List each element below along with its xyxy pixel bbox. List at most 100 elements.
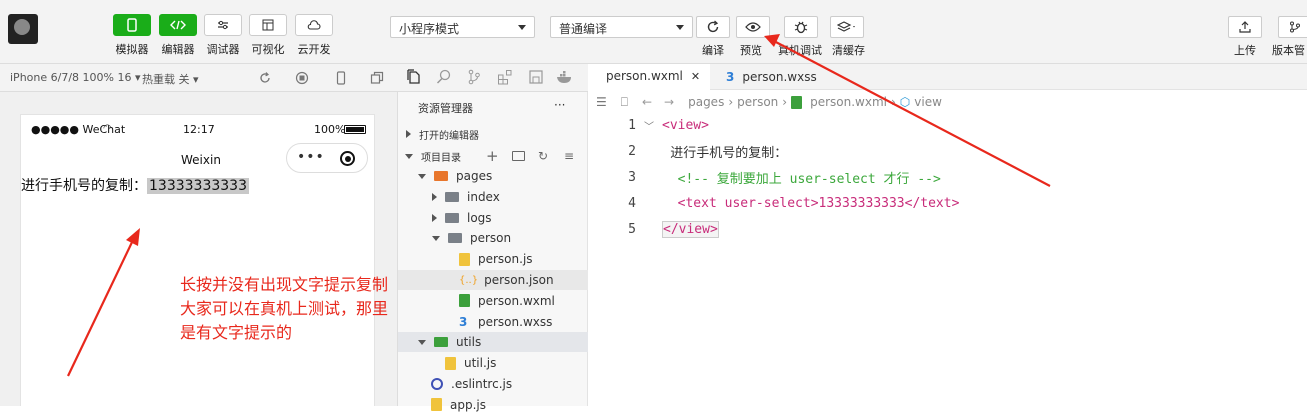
open-editors-section[interactable]: 打开的编辑器 xyxy=(398,124,588,144)
chevron-right-icon xyxy=(432,192,437,201)
tree-item-utils[interactable]: utils xyxy=(398,332,588,353)
open-editors-label: 打开的编辑器 xyxy=(419,130,479,142)
code-line-5[interactable]: 5 </view> xyxy=(588,216,1307,242)
tab-label: person.wxss xyxy=(742,70,817,84)
code-line-3[interactable]: 3 <!-- 复制要加上 user-select 才行 --> xyxy=(588,164,1307,190)
code-line-2[interactable]: 2 进行手机号的复制： xyxy=(588,138,1307,164)
close-icon[interactable]: ✕ xyxy=(691,70,700,83)
refresh-icon[interactable] xyxy=(258,71,272,85)
visual-toggle[interactable]: 可视化 xyxy=(246,14,290,57)
stop-icon[interactable] xyxy=(295,71,309,85)
compile-label: 编译 xyxy=(702,44,724,57)
back-arrow-icon[interactable]: ← xyxy=(642,95,652,109)
tree-item-person-js[interactable]: person.js xyxy=(398,249,588,269)
tab-person-wxml[interactable]: person.wxml ✕ xyxy=(588,64,710,90)
breadcrumb-person[interactable]: person xyxy=(737,95,778,109)
remote-debug-button[interactable] xyxy=(784,16,818,38)
chevron-right-icon: › xyxy=(782,95,788,109)
code-line-4[interactable]: 4 <text user-select>13333333333</text> xyxy=(588,190,1307,216)
tree-item-label: person.wxss xyxy=(478,314,553,329)
version-button[interactable] xyxy=(1278,16,1307,38)
upload-button[interactable] xyxy=(1228,16,1262,38)
refresh-icon[interactable]: ↻ xyxy=(538,149,548,163)
extensions-icon[interactable] xyxy=(497,69,513,85)
breadcrumb-pages[interactable]: pages xyxy=(688,95,724,109)
tab-person-wxss[interactable]: 3 person.wxss xyxy=(716,64,827,90)
close-capsule-icon[interactable] xyxy=(340,151,355,166)
cloud-dev-toggle[interactable]: 云开发 xyxy=(292,14,336,57)
tree-item-label: utils xyxy=(456,335,482,350)
editor-label: 编辑器 xyxy=(161,43,195,56)
tree-item-label: person xyxy=(470,231,512,246)
chevron-right-icon: › xyxy=(890,95,896,109)
remote-debug-label: 真机调试 xyxy=(778,44,822,57)
sliders-icon xyxy=(204,14,242,36)
editor-tabs: person.wxml ✕ 3 person.wxss xyxy=(588,64,1307,90)
bug-icon xyxy=(794,21,808,34)
new-file-icon[interactable]: + xyxy=(486,147,499,165)
search-icon[interactable] xyxy=(436,69,452,85)
explorer-title: 资源管理器 xyxy=(418,102,473,115)
cube-icon: ⬡ xyxy=(899,95,911,109)
docker-icon[interactable] xyxy=(556,69,574,85)
chevron-down-icon xyxy=(418,173,426,179)
project-dir-section[interactable]: 项目目录 + ↻ ≡ xyxy=(398,146,588,166)
upload-icon xyxy=(1239,21,1251,33)
tree-item--eslintrc-js[interactable]: .eslintrc.js xyxy=(398,374,588,394)
nav-title: Weixin xyxy=(181,153,221,167)
tree-item-label: person.js xyxy=(478,252,533,267)
list-icon[interactable]: ☰ xyxy=(596,95,607,109)
js-file-icon xyxy=(459,252,470,266)
device-select[interactable]: iPhone 6/7/8 100% 16 ▾ xyxy=(10,71,141,84)
folder-icon xyxy=(448,233,462,244)
tree-item-index[interactable]: index xyxy=(398,187,588,207)
tree-item-util-js[interactable]: util.js xyxy=(398,353,588,373)
code-text: </view> xyxy=(662,220,719,238)
phone-icon[interactable] xyxy=(334,71,348,85)
bookmark-icon[interactable]: ⎕ xyxy=(621,95,628,110)
phone-number-text[interactable]: 13333333333 xyxy=(147,178,249,194)
compile-button[interactable] xyxy=(696,16,730,38)
source-control-icon[interactable] xyxy=(467,69,481,85)
page-content: 进行手机号的复制： 13333333333 xyxy=(21,175,249,195)
user-avatar[interactable] xyxy=(8,14,38,44)
window-icon[interactable] xyxy=(370,71,384,85)
compile-select-value: 普通编译 xyxy=(559,22,608,36)
tree-item-logs[interactable]: logs xyxy=(398,208,588,228)
more-dots-icon[interactable]: ••• xyxy=(297,149,325,165)
fold-chevron-icon[interactable]: ﹀ xyxy=(640,118,662,133)
compile-select[interactable]: 普通编译 xyxy=(550,16,693,38)
editor-toggle[interactable]: 编辑器 xyxy=(156,14,200,57)
debugger-toggle[interactable]: 调试器 xyxy=(201,14,245,57)
annotation-line-2: 大家可以在真机上测试，那里 xyxy=(180,299,389,318)
tree-item-app-js[interactable]: app.js xyxy=(398,395,588,415)
wifi-icon: ◠ xyxy=(103,123,112,134)
chevron-down-icon xyxy=(418,339,426,345)
code-line-1[interactable]: 1 ﹀ <view> xyxy=(588,112,1307,138)
phone-screen: ●●●●● WeChat ◠ 12:17 100% Weixin ••• 进行手… xyxy=(20,114,375,406)
preview-button[interactable] xyxy=(736,16,770,38)
capsule-menu[interactable]: ••• xyxy=(286,143,368,173)
storage-icon[interactable] xyxy=(528,69,544,85)
hot-reload-select[interactable]: 热重载 关 ▾ xyxy=(142,71,199,87)
tree-item-person-json[interactable]: {..} person.json xyxy=(398,270,588,290)
tab-label: person.wxml xyxy=(606,69,683,83)
tree-item-person-wxml[interactable]: person.wxml xyxy=(398,291,588,311)
wxss-file-icon: 3 xyxy=(459,314,468,329)
tree-item-person-wxss[interactable]: 3 person.wxss xyxy=(398,312,588,332)
files-icon[interactable] xyxy=(406,69,422,85)
forward-arrow-icon[interactable]: → xyxy=(664,95,674,109)
breadcrumb-file[interactable]: person.wxml xyxy=(810,95,887,109)
simulator-panel: ●●●●● WeChat ◠ 12:17 100% Weixin ••• 进行手… xyxy=(0,92,398,406)
collapse-icon[interactable]: ≡ xyxy=(564,149,574,163)
breadcrumb-view[interactable]: view xyxy=(914,95,942,109)
annotation-line-3: 是有文字提示的 xyxy=(180,323,293,342)
simulator-toggle[interactable]: 模拟器 xyxy=(110,14,154,57)
wxss-file-icon: 3 xyxy=(726,70,735,84)
more-icon[interactable]: ··· xyxy=(554,98,565,112)
new-folder-icon[interactable] xyxy=(512,151,525,161)
clear-cache-button[interactable] xyxy=(830,16,864,38)
tree-item-pages[interactable]: pages xyxy=(398,166,588,186)
mode-select[interactable]: 小程序模式 xyxy=(390,16,535,38)
tree-item-person[interactable]: person xyxy=(398,228,588,248)
